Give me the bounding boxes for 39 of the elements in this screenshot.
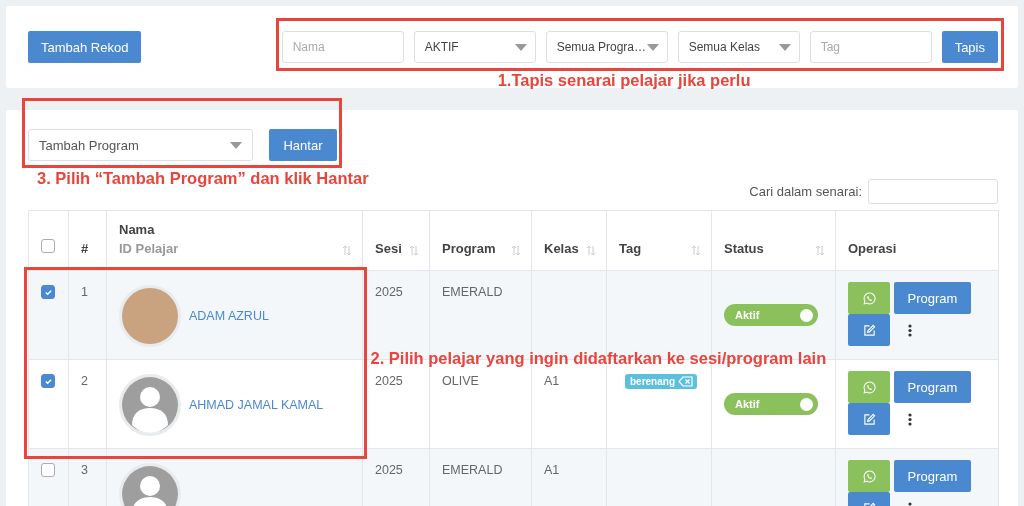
program-button[interactable]: Program [894,460,971,492]
row-number: 2 [81,374,88,388]
program-button[interactable]: Program [894,371,971,403]
table-cell: OLIVE [442,374,479,388]
search-label: Cari dalam senarai: [749,184,862,199]
student-name-link[interactable]: AHMAD JAMAL KAMAL [189,398,324,412]
filter-input[interactable]: Nama [281,31,404,63]
table-cell: 2025 [375,285,403,299]
column-header: Operasi [848,241,897,256]
add-record-button[interactable]: Tambah Rekod [28,31,142,63]
column-subheader: ID Pelajar [119,241,179,256]
filter-button[interactable]: Tapis [941,31,998,63]
tag-chip: berenang [625,374,697,389]
column-header[interactable]: Tag [619,241,642,256]
table-cell: EMERALD [442,463,503,477]
table-cell: 2025 [375,463,403,477]
action-select[interactable]: Tambah Program [28,129,253,161]
table-cell: A1 [544,374,560,388]
row-number: 1 [81,285,88,299]
program-button[interactable]: Program [894,282,971,314]
annotation-text: 1.Tapis senarai pelajar jika perlu [497,71,751,90]
column-header[interactable]: Sesi [375,241,402,256]
row-number: 3 [81,463,88,477]
column-header: # [81,241,89,256]
submit-button[interactable]: Hantar [269,129,337,161]
filter-select[interactable]: Semua Kelas [677,31,800,63]
annotation-text: 2. Pilih pelajar yang ingin didaftarkan ke sesi/program lain [370,348,827,368]
annotation-text: 3. Pilih “Tambah Program” dan klik Hantar [37,169,369,188]
column-header[interactable]: Kelas [544,241,579,256]
table-cell: 2025 [375,374,403,388]
column-header[interactable]: Program [442,241,496,256]
student-name-link[interactable]: ADAM AZRUL [189,309,269,323]
filter-input[interactable]: Tag [809,31,932,63]
filter-select[interactable]: Semua Progra… [545,31,668,63]
column-header[interactable]: Status [724,241,764,256]
table-cell: A1 [544,463,560,477]
table-cell: EMERALD [442,285,503,299]
column-header[interactable]: Nama [119,222,155,237]
filter-select[interactable]: AKTIF [413,31,536,63]
